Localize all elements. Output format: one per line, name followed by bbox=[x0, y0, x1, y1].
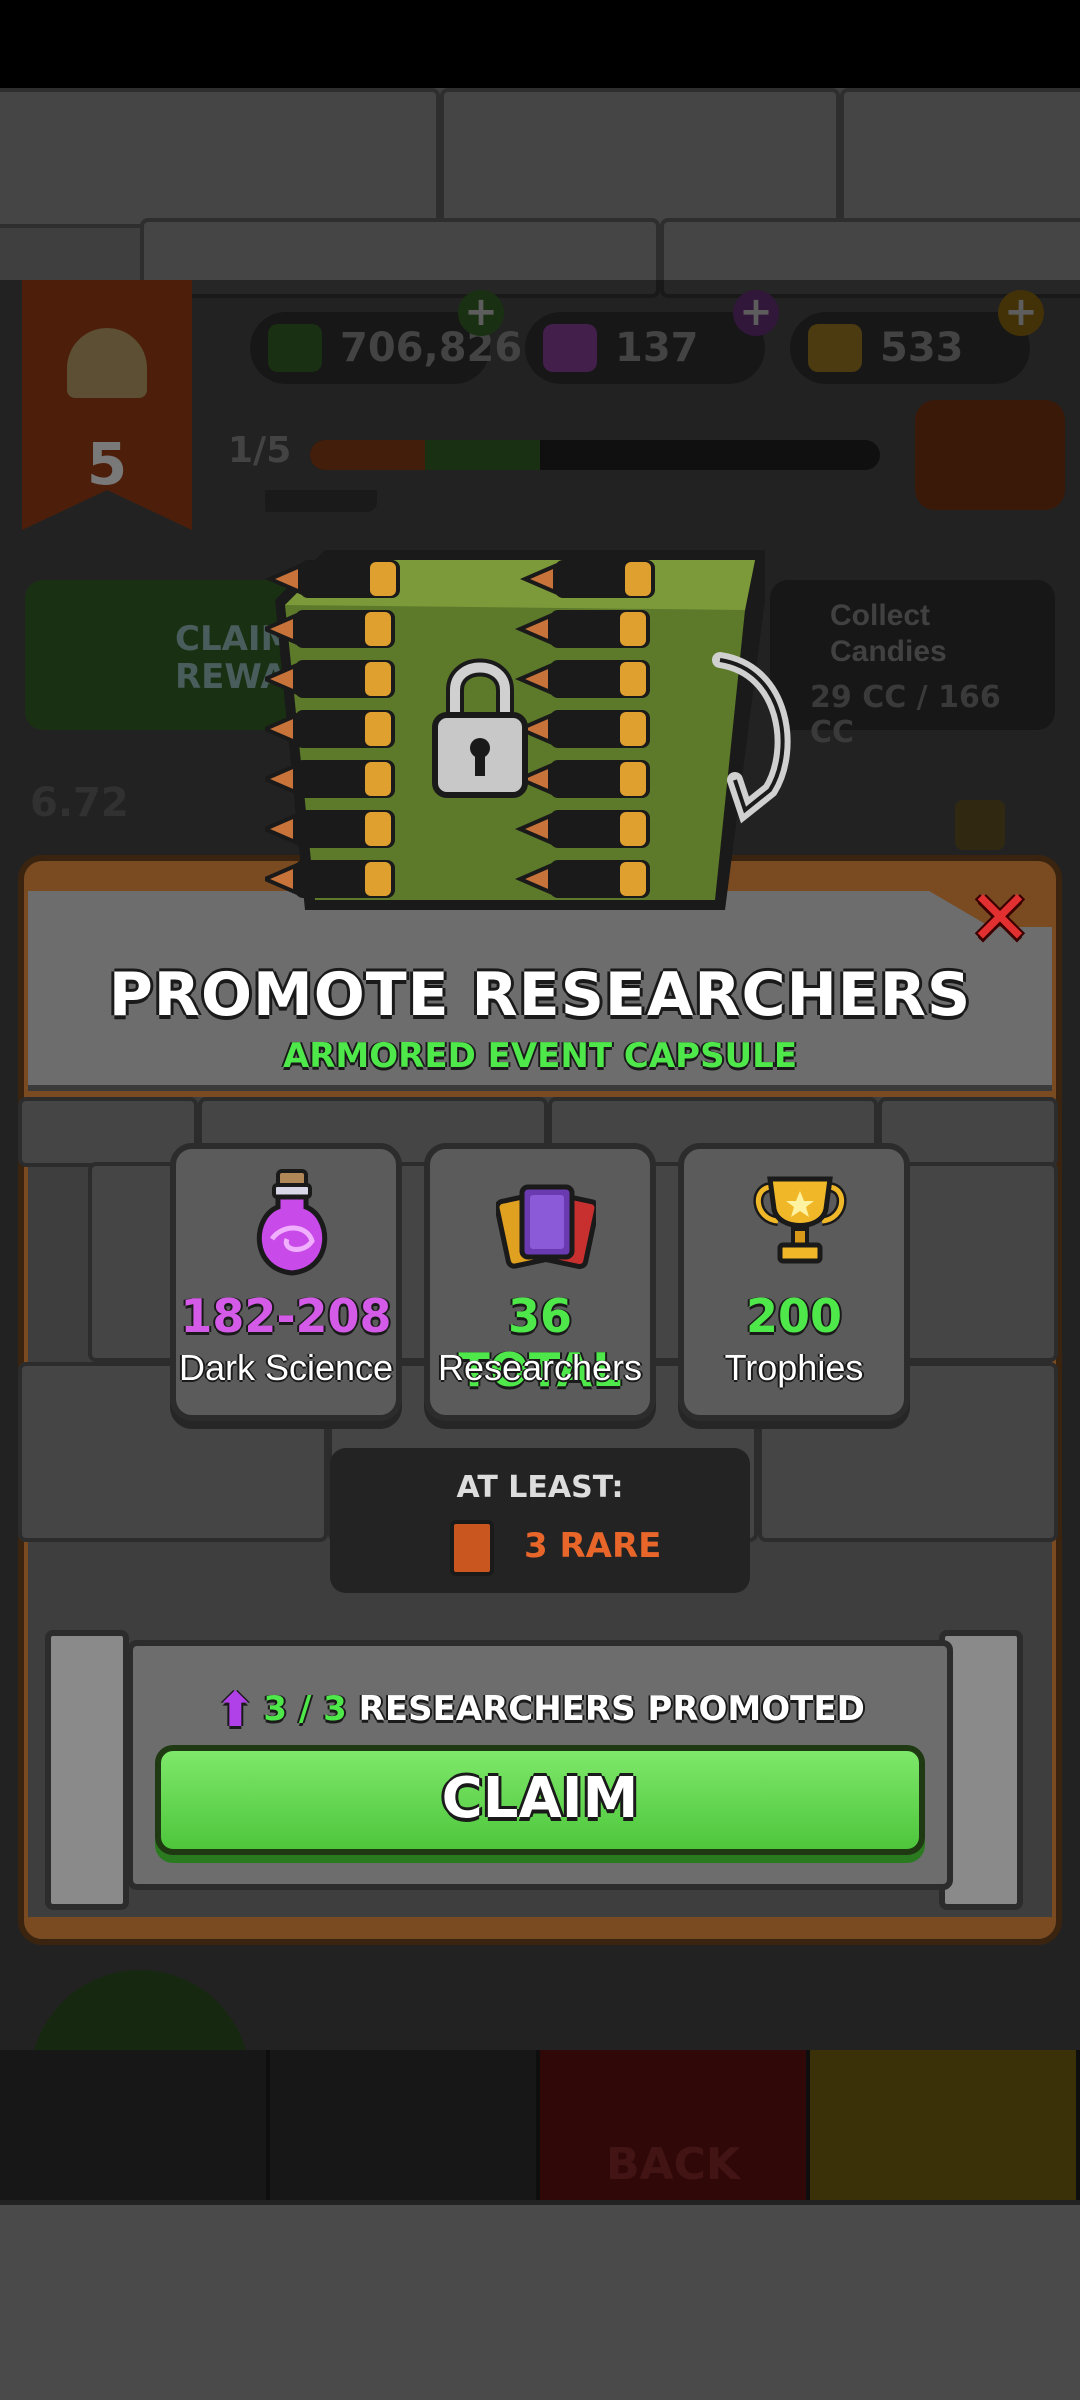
modal-title: PROMOTE RESEARCHERS bbox=[108, 960, 972, 1030]
claim-button[interactable]: CLAIM bbox=[155, 1745, 925, 1855]
at-least-label: AT LEAST: bbox=[456, 1470, 624, 1505]
status-bar bbox=[0, 0, 1080, 88]
promoted-count: 3 / 3 bbox=[263, 1689, 347, 1729]
reward-card-trophies: 200 Trophies bbox=[678, 1143, 910, 1421]
panel-post-left bbox=[45, 1630, 129, 1910]
close-icon: ✕ bbox=[968, 873, 1032, 962]
dark-science-amount: 182-208 bbox=[180, 1289, 392, 1343]
guaranteed-box: AT LEAST: 3 RARE bbox=[330, 1448, 750, 1593]
modal-subtitle: ARMORED EVENT CAPSULE bbox=[282, 1036, 798, 1076]
promoted-text: RESEARCHERS PROMOTED bbox=[358, 1689, 865, 1729]
promotion-status: ⬆ 3 / 3 RESEARCHERS PROMOTED bbox=[0, 1682, 1080, 1738]
researchers-label: Researchers bbox=[437, 1347, 643, 1388]
dark-science-label: Dark Science bbox=[178, 1347, 394, 1388]
rare-count: 3 RARE bbox=[524, 1526, 662, 1566]
promote-arrow-icon: ⬆ bbox=[215, 1682, 256, 1738]
armored-capsule-chest-icon bbox=[265, 490, 791, 910]
reward-card-dark-science: 182-208 Dark Science bbox=[170, 1143, 402, 1421]
trophy-icon bbox=[753, 1176, 847, 1264]
bottom-wall-strip bbox=[0, 2205, 1080, 2400]
cards-icon bbox=[496, 1184, 596, 1270]
rare-card-icon bbox=[450, 1520, 494, 1576]
potion-icon bbox=[256, 1169, 328, 1276]
trophies-amount: 200 bbox=[745, 1289, 843, 1343]
trophies-label: Trophies bbox=[724, 1347, 864, 1388]
reward-card-researchers: 36 TOTAL Researchers bbox=[424, 1143, 656, 1421]
close-button[interactable]: ✕ bbox=[968, 880, 1032, 956]
